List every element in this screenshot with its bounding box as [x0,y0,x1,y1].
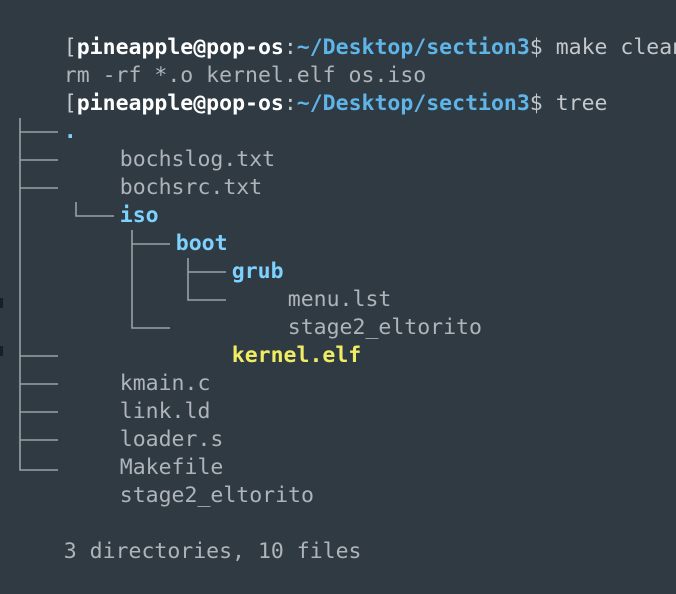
tree-item[interactable]: link.ld [68,370,211,424]
file-name: stage2_eltorito [119,483,314,508]
tree-item[interactable]: stage2_eltorito [236,286,482,340]
tree-item[interactable]: grub [180,230,284,284]
executable-name: kernel.elf [231,343,362,368]
tree-item[interactable]: Makefile [68,426,224,480]
tree-item[interactable]: bochslog.txt [68,118,275,172]
tree-item[interactable]: kmain.c [68,342,211,396]
tree-item[interactable]: stage2_eltorito [68,454,314,508]
tree-item[interactable]: bochsrc.txt [68,146,262,200]
tree-item[interactable]: loader.s [68,398,224,452]
tree-item[interactable]: boot [124,202,228,256]
tree-trunk-line [19,118,58,471]
terminal-window[interactable]: [pineapple@pop-os:~/Desktop/section3$ ma… [0,0,676,564]
tree-item[interactable]: iso [68,174,159,228]
tree-item[interactable]: menu.lst [236,258,392,312]
tree-item[interactable]: kernel.elf [180,314,361,368]
edge-marker [0,298,3,308]
tree-summary: 3 directories, 10 files [12,510,362,564]
summary-text: 3 directories, 10 files [63,539,362,564]
edge-marker [0,346,3,356]
